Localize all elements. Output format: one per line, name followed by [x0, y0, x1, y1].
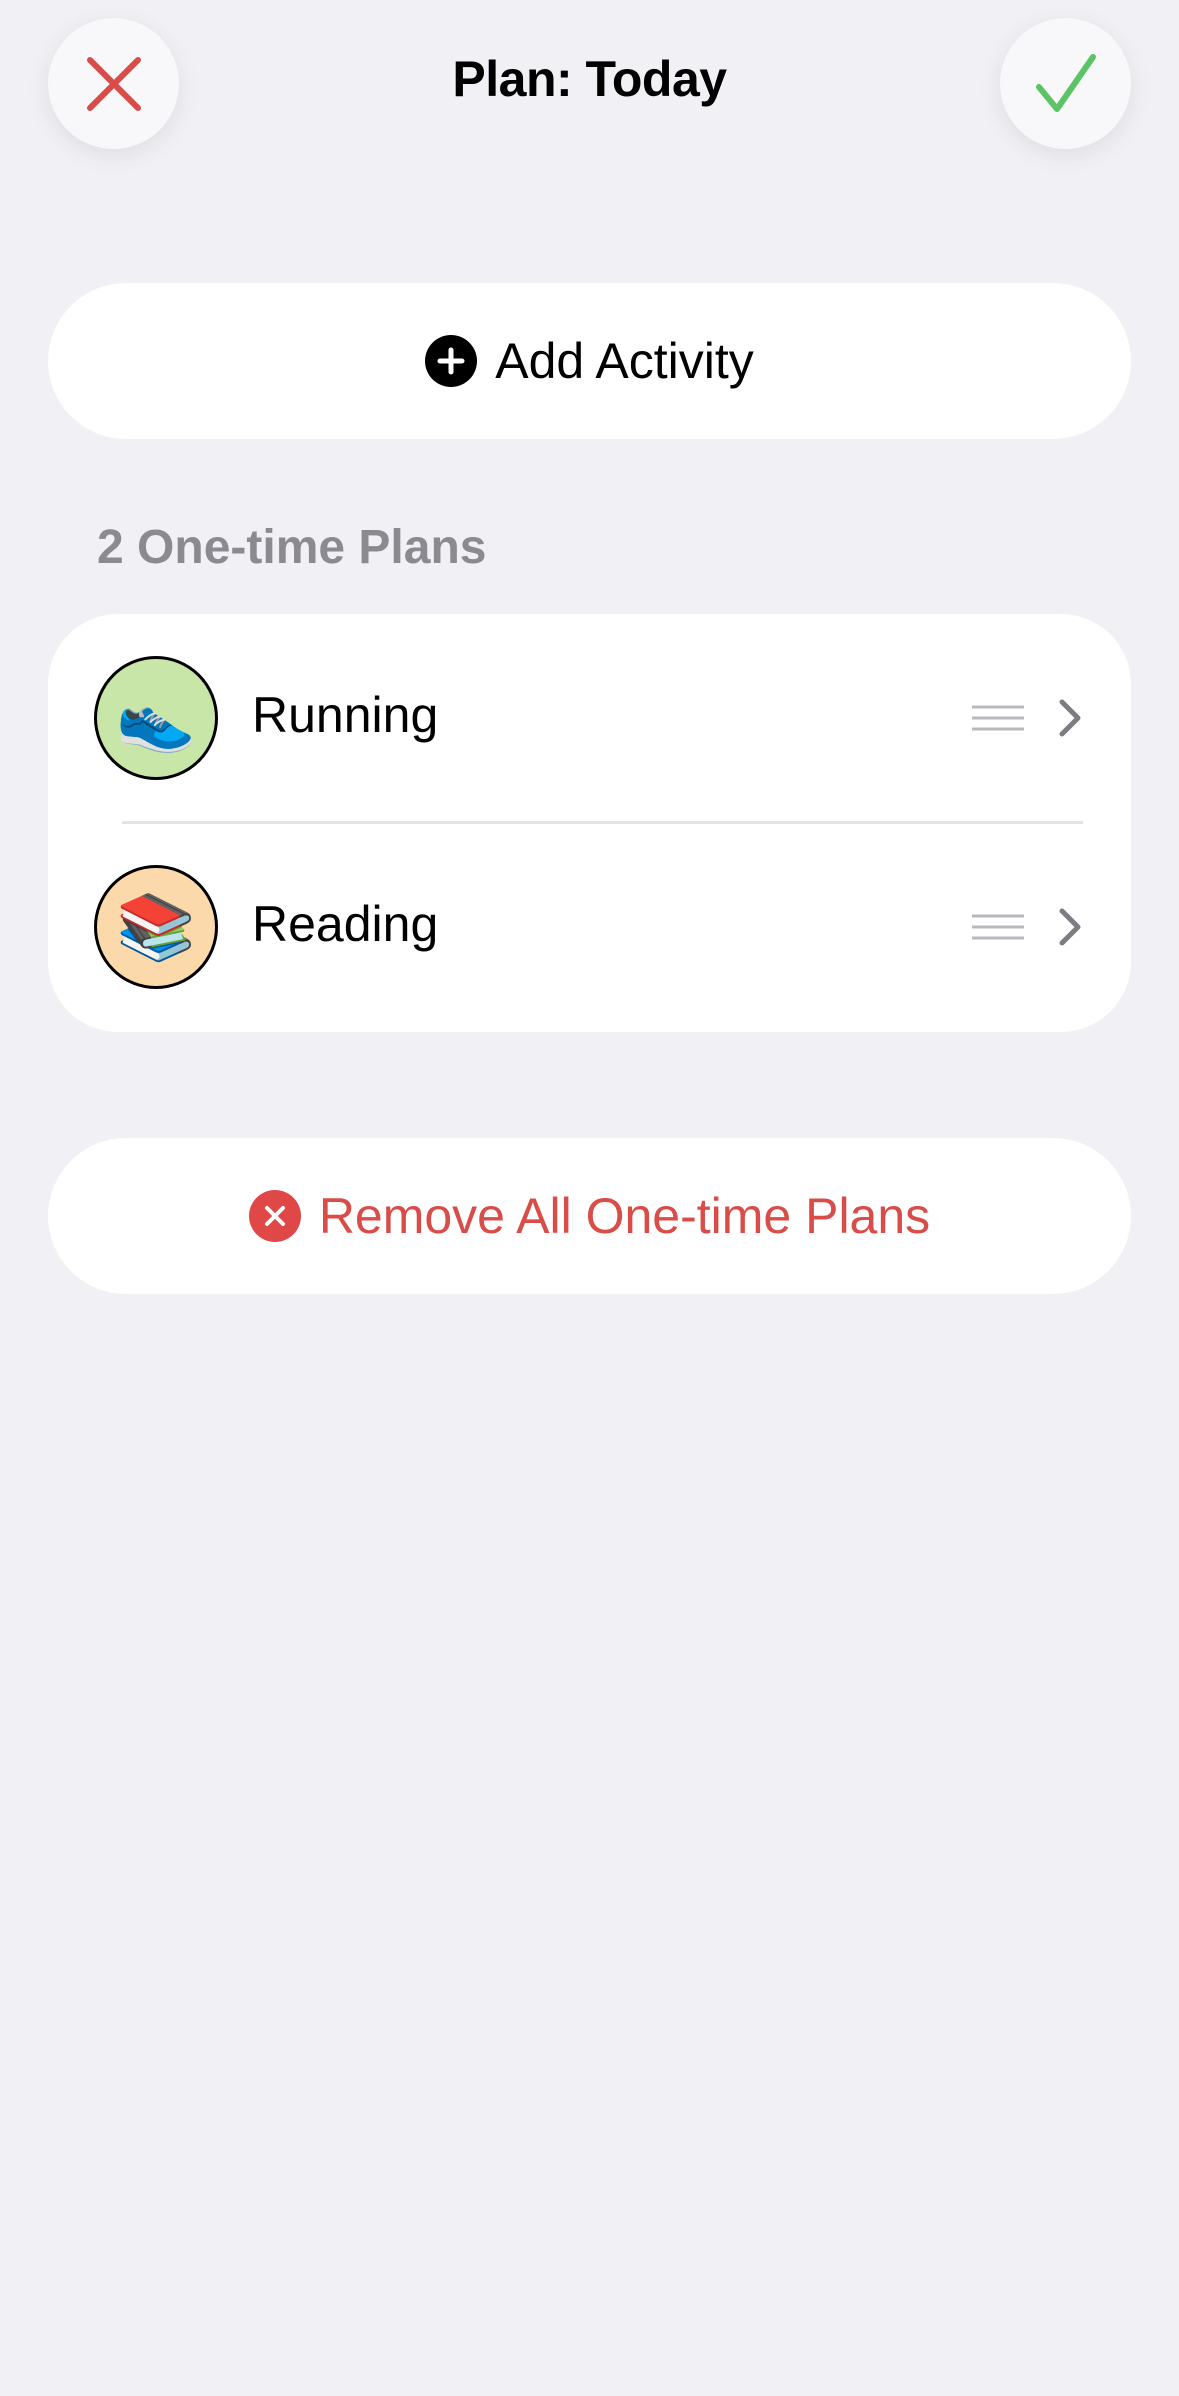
checkmark-icon [1035, 53, 1096, 112]
plans-list: 👟 Running 📚 Reading [48, 614, 1131, 1032]
chevron-right-icon [1059, 908, 1081, 946]
sneaker-icon: 👟 [94, 656, 218, 780]
plan-label: Reading [252, 896, 439, 952]
section-header-one-time-plans: 2 One-time Plans [97, 521, 487, 574]
plan-label: Running [252, 687, 439, 743]
add-activity-button[interactable]: Add Activity [48, 283, 1131, 439]
remove-all-label: Remove All One-time Plans [318, 1188, 931, 1244]
plan-row-reading[interactable]: 📚 Reading [48, 823, 1131, 1032]
drag-handle-icon[interactable] [972, 705, 1024, 731]
x-circle-icon [248, 1190, 301, 1242]
remove-all-plans-button[interactable]: Remove All One-time Plans [48, 1138, 1131, 1294]
books-icon: 📚 [94, 865, 218, 989]
drag-handle-icon[interactable] [972, 914, 1024, 940]
plus-circle-icon [425, 335, 478, 387]
add-activity-label: Add Activity [495, 333, 754, 389]
plan-row-running[interactable]: 👟 Running [48, 614, 1131, 823]
chevron-right-icon [1059, 699, 1081, 737]
confirm-button[interactable] [1000, 18, 1131, 149]
plan-editor-screen: Plan: Today Add Activity 2 One-time Plan… [0, 0, 1179, 2396]
